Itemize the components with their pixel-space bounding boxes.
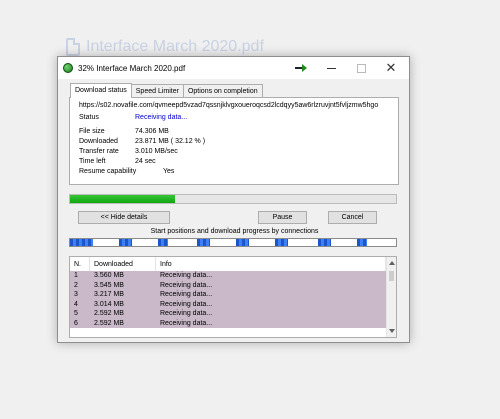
column-header-info[interactable]: Info <box>156 257 386 271</box>
connection-segment <box>236 239 250 246</box>
download-progress-bar <box>69 194 397 204</box>
connection-segment <box>118 239 132 246</box>
maximize-button[interactable] <box>346 57 376 79</box>
column-header-downloaded[interactable]: Downloaded <box>90 257 156 271</box>
pause-button[interactable]: Pause <box>258 211 307 224</box>
table-row[interactable]: 6 2.592 MB Receiving data... <box>70 318 388 328</box>
cell-number: 5 <box>74 310 78 318</box>
connections-progress-bar <box>69 238 397 247</box>
download-window: 32% Interface March 2020.pdf ✕ Download … <box>57 56 410 343</box>
status-panel: https://s02.novafile.com/qvmeepd5vzad7qs… <box>69 97 399 185</box>
minimize-button[interactable] <box>316 57 346 79</box>
table-row[interactable]: 1 3.560 MB Receiving data... <box>70 271 388 281</box>
background-file: Interface March 2020.pdf <box>66 38 264 56</box>
cell-number: 1 <box>74 272 78 280</box>
scroll-thumb[interactable] <box>389 271 394 281</box>
table-row[interactable]: 4 3.014 MB Receiving data... <box>70 299 388 309</box>
transfer-rate-label: Transfer rate <box>79 148 119 155</box>
connection-segment <box>356 239 367 246</box>
file-size-label: File size <box>79 128 105 135</box>
close-button[interactable]: ✕ <box>376 57 406 79</box>
scroll-up-icon[interactable] <box>389 261 395 265</box>
list-header: N. Downloaded Info <box>70 257 396 272</box>
hide-details-button[interactable]: << Hide details <box>78 211 170 224</box>
resume-capability-label: Resume capability <box>79 168 137 175</box>
progress-fill <box>70 195 175 203</box>
cell-downloaded: 3.014 MB <box>94 300 124 308</box>
vertical-scrollbar[interactable] <box>386 257 396 337</box>
cell-info: Receiving data... <box>160 300 213 308</box>
connections-label: Start positions and download progress by… <box>150 228 319 235</box>
minimize-icon <box>326 67 336 69</box>
cell-info: Receiving data... <box>160 319 213 327</box>
cell-info: Receiving data... <box>160 310 213 318</box>
cell-number: 2 <box>74 281 78 289</box>
table-row[interactable]: 2 3.545 MB Receiving data... <box>70 280 388 290</box>
cell-info: Receiving data... <box>160 291 213 299</box>
cell-downloaded: 3.560 MB <box>94 272 124 280</box>
list-body: 1 3.560 MB Receiving data... 2 3.545 MB Rece… <box>70 271 388 328</box>
cell-info: Receiving data... <box>160 272 213 280</box>
status-row: Status Receiving data... <box>79 114 187 121</box>
maximize-icon <box>356 63 366 73</box>
tab-bar: Download status Speed Limiter Options on… <box>70 83 263 98</box>
file-size-row: File size 74.306 MB <box>79 128 169 135</box>
idm-globe-icon <box>63 63 73 73</box>
cell-number: 3 <box>74 291 78 299</box>
table-row[interactable]: 3 3.217 MB Receiving data... <box>70 290 388 300</box>
background-file-name: Interface March 2020.pdf <box>86 38 264 55</box>
connection-segment <box>197 239 211 246</box>
time-left-label: Time left <box>79 158 106 165</box>
tab-options-on-completion[interactable]: Options on completion <box>182 84 263 98</box>
download-url: https://s02.novafile.com/qvmeepd5vzad7qs… <box>79 102 379 109</box>
green-arrow-icon <box>295 64 307 72</box>
connection-segment <box>275 239 289 246</box>
connection-segment <box>70 239 93 246</box>
cancel-button[interactable]: Cancel <box>328 211 377 224</box>
connection-segment <box>158 239 168 246</box>
time-left-value: 24 sec <box>135 158 156 165</box>
tab-download-status[interactable]: Download status <box>70 83 132 98</box>
file-size-value: 74.306 MB <box>135 128 169 135</box>
transfer-rate-row: Transfer rate 3.010 MB/sec <box>79 148 178 155</box>
cell-number: 4 <box>74 300 78 308</box>
cell-info: Receiving data... <box>160 281 213 289</box>
status-value: Receiving data... <box>135 114 188 121</box>
document-icon <box>66 38 80 56</box>
tab-speed-limiter[interactable]: Speed Limiter <box>130 84 184 98</box>
time-left-row: Time left 24 sec <box>79 158 156 165</box>
resume-capability-row: Resume capability Yes <box>79 168 174 175</box>
cell-downloaded: 3.545 MB <box>94 281 124 289</box>
downloaded-row: Downloaded 23.871 MB ( 32.12 % ) <box>79 138 205 145</box>
connection-segment <box>317 239 331 246</box>
column-header-number[interactable]: N. <box>70 257 90 271</box>
status-label: Status <box>79 114 99 121</box>
window-title: 32% Interface March 2020.pdf <box>78 63 186 73</box>
resume-capability-value: Yes <box>163 168 175 175</box>
connections-list: N. Downloaded Info 1 3.560 MB Receiving da… <box>69 256 397 338</box>
cell-downloaded: 2.592 MB <box>94 319 124 327</box>
cell-number: 6 <box>74 319 78 327</box>
downloaded-value: 23.871 MB ( 32.12 % ) <box>135 138 206 145</box>
scroll-down-icon[interactable] <box>389 329 395 333</box>
cell-downloaded: 2.592 MB <box>94 310 124 318</box>
title-bar[interactable]: 32% Interface March 2020.pdf ✕ <box>58 57 409 79</box>
downloaded-label: Downloaded <box>79 138 118 145</box>
cell-downloaded: 3.217 MB <box>94 291 124 299</box>
table-row[interactable]: 5 2.592 MB Receiving data... <box>70 309 388 319</box>
transfer-rate-value: 3.010 MB/sec <box>135 148 178 155</box>
